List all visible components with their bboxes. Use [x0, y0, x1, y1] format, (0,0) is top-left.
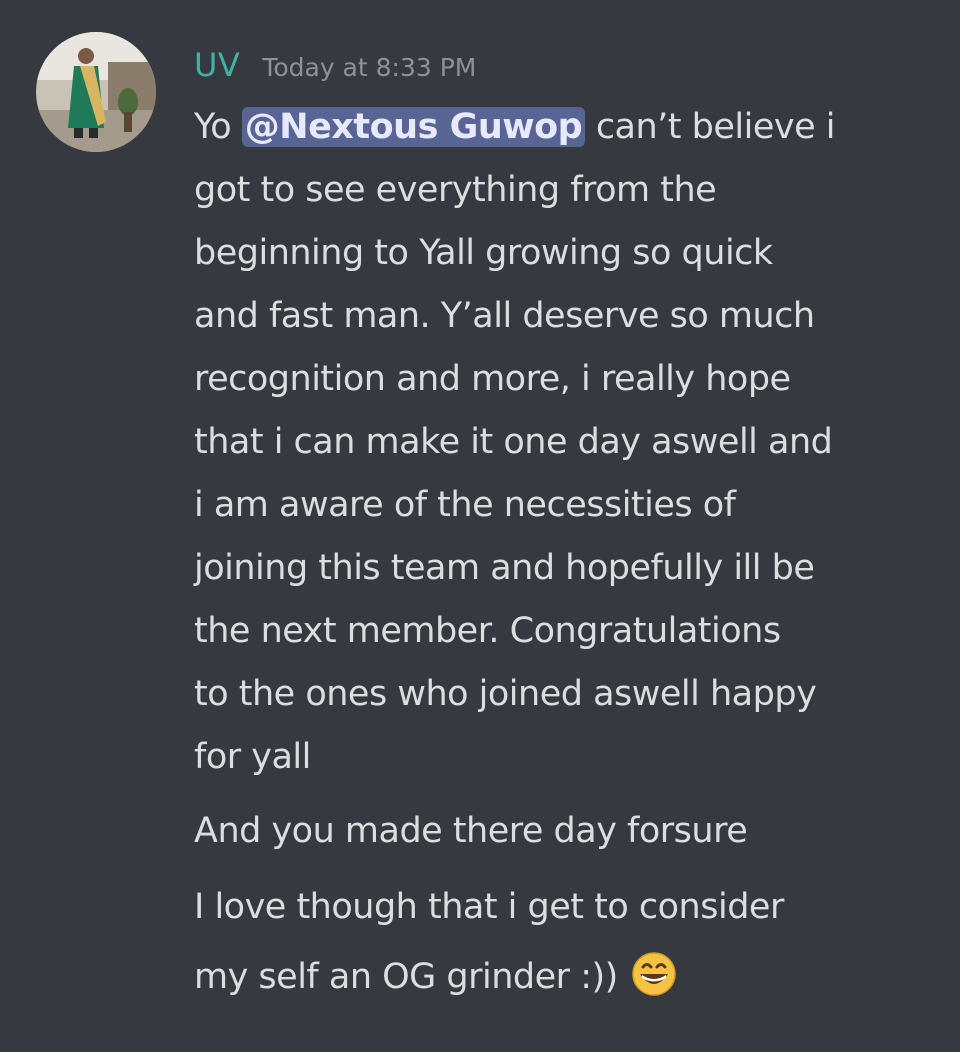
- message-line: recognition and more, i really hope: [194, 359, 791, 399]
- message-header: UV Today at 8:33 PM: [194, 46, 476, 90]
- message-line: beginning to Yall growing so quick: [194, 233, 773, 273]
- timestamp: Today at 8:33 PM: [262, 53, 477, 82]
- followup-message: I love though that i get to consider: [194, 887, 784, 927]
- message-line: joining this team and hopefully ill be: [194, 548, 815, 588]
- avatar-photo-icon: [36, 32, 156, 152]
- username[interactable]: UV: [194, 46, 240, 84]
- followup-message: And you made there day forsure: [194, 811, 748, 851]
- message-text-suffix: can’t believe i: [585, 107, 836, 147]
- message-line: Yo @Nextous Guwop can’t believe i: [194, 96, 939, 159]
- message-line: got to see everything from the: [194, 170, 717, 210]
- message-line: and fast man. Y’all deserve so much: [194, 296, 815, 336]
- message-line: for yall: [194, 737, 311, 777]
- message-line: to the ones who joined aswell happy: [194, 674, 817, 714]
- message-line: that i can make it one day aswell and: [194, 422, 833, 462]
- avatar[interactable]: [36, 32, 156, 152]
- followup-message-text: my self an OG grinder :)): [194, 957, 618, 997]
- message-line: i am aware of the necessities of: [194, 485, 736, 525]
- grinning-face-emoji-icon: [632, 952, 676, 1017]
- message-line: the next member. Congratulations: [194, 611, 781, 651]
- message-content: Yo @Nextous Guwop can’t believe i got to…: [194, 96, 939, 789]
- user-mention[interactable]: @Nextous Guwop: [241, 107, 586, 147]
- chat-message: UV Today at 8:33 PM Yo @Nextous Guwop ca…: [0, 0, 960, 1052]
- followup-message-last: my self an OG grinder :)): [194, 946, 676, 1017]
- message-text-prefix: Yo: [194, 107, 242, 147]
